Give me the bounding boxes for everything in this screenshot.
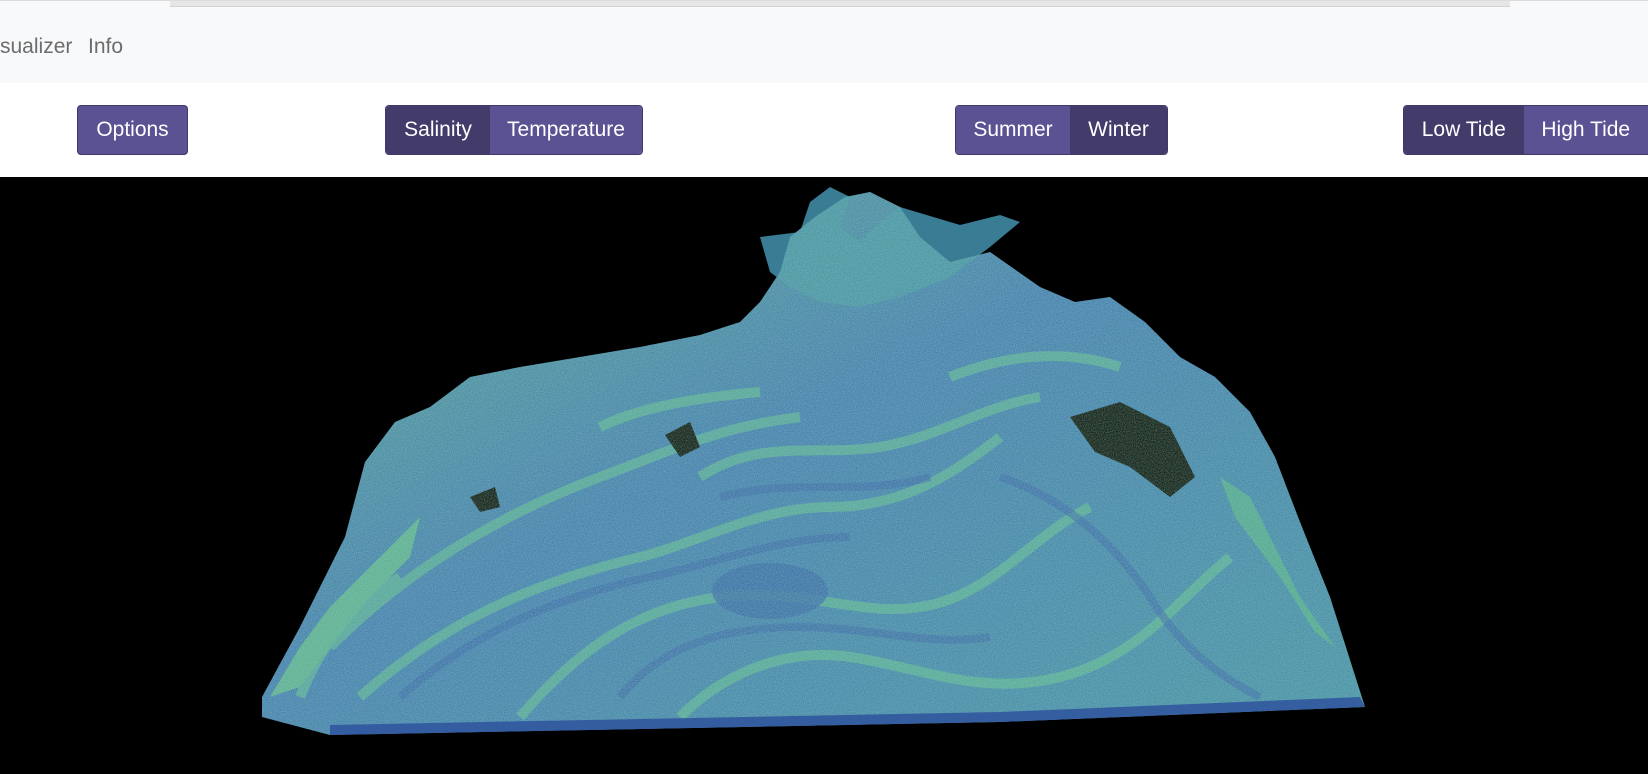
browser-scroll-edge	[170, 1, 1510, 7]
winter-button[interactable]: Winter	[1070, 106, 1167, 154]
high-tide-button[interactable]: High Tide	[1523, 106, 1648, 154]
tide-toggle-group: Low Tide High Tide	[1403, 105, 1648, 155]
navbar-brand[interactable]: sualizer	[0, 35, 72, 59]
variable-toggle-group: Salinity Temperature	[385, 105, 643, 155]
navbar: sualizer Info	[0, 0, 1648, 84]
temperature-button[interactable]: Temperature	[490, 106, 642, 154]
volume-texture	[262, 192, 1365, 735]
control-bar: Options Salinity Temperature Summer Wint…	[0, 83, 1648, 177]
options-button[interactable]: Options	[77, 105, 188, 155]
nav-info-link[interactable]: Info	[88, 35, 123, 59]
summer-button[interactable]: Summer	[956, 106, 1070, 154]
volume-render-canvas[interactable]	[0, 177, 1648, 774]
salinity-button[interactable]: Salinity	[386, 106, 490, 154]
season-toggle-group: Summer Winter	[955, 105, 1168, 155]
volume-render-image	[262, 187, 1365, 735]
low-tide-button[interactable]: Low Tide	[1404, 106, 1524, 154]
